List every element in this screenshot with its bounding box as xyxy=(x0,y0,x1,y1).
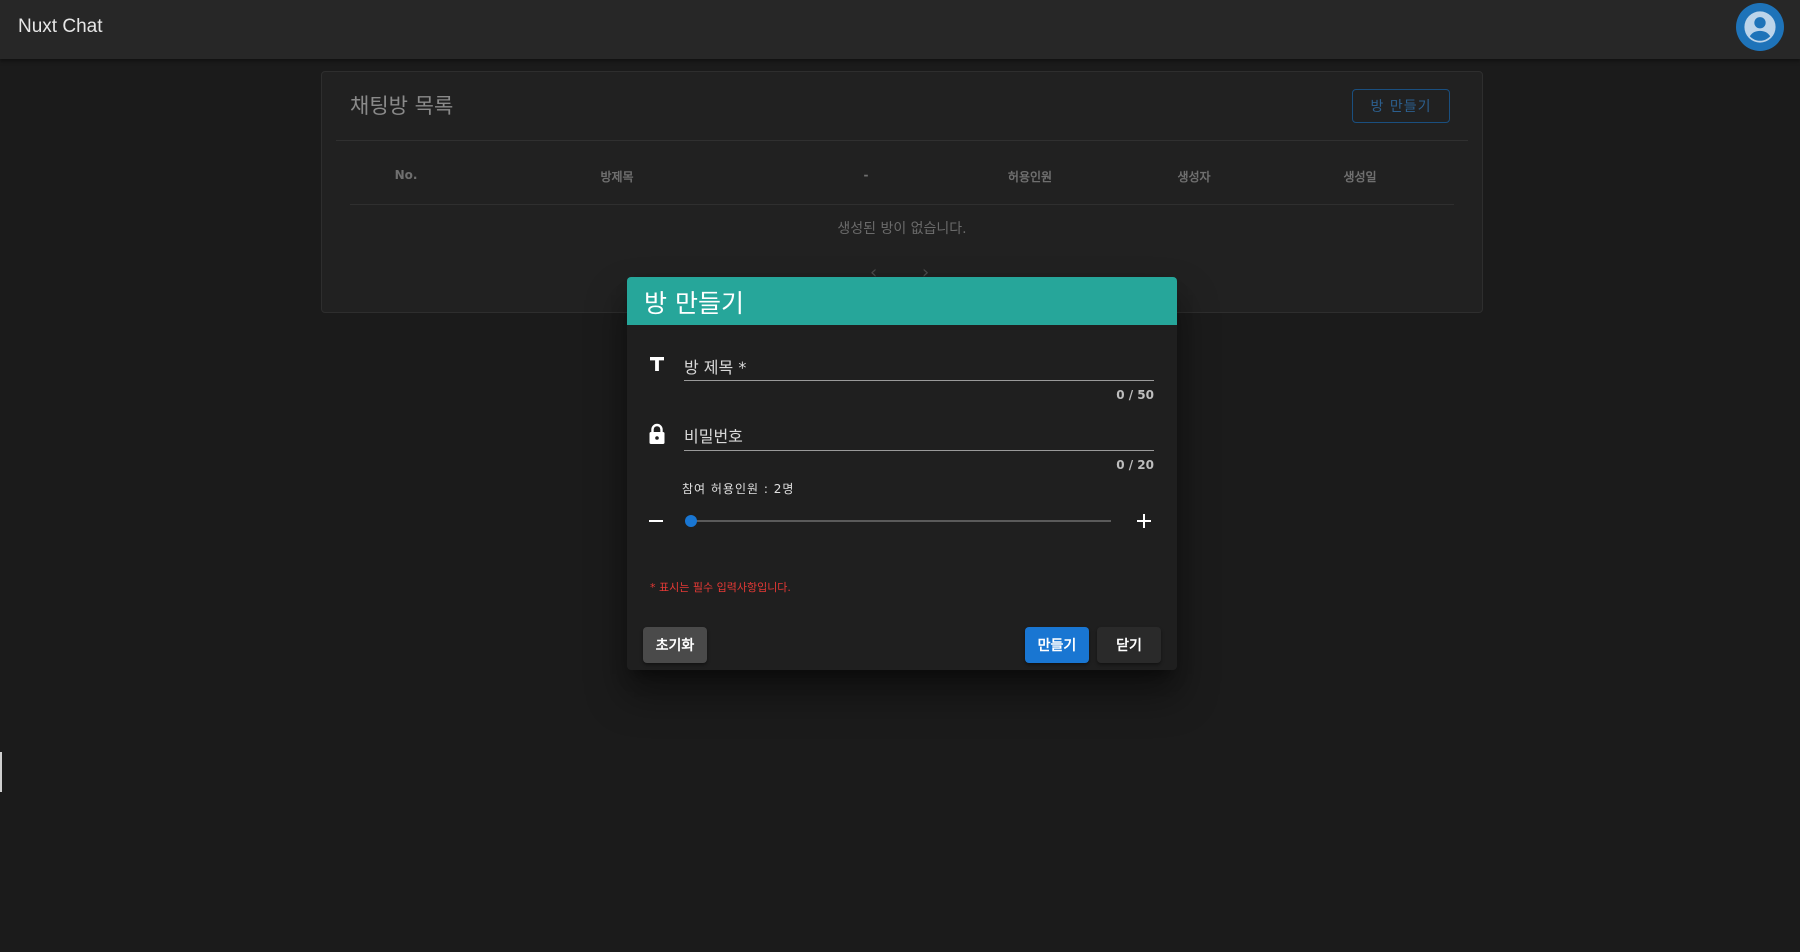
dialog-title: 방 만들기 xyxy=(644,289,744,318)
room-title-input[interactable] xyxy=(684,380,1154,381)
account-circle-icon xyxy=(1744,11,1776,43)
dialog-header: 방 만들기 xyxy=(627,277,1177,325)
password-counter: 0 / 20 xyxy=(1116,458,1154,472)
format-title-icon xyxy=(645,352,669,376)
password-label: 비밀번호 xyxy=(684,427,743,446)
account-button[interactable] xyxy=(1736,3,1784,51)
minus-icon[interactable] xyxy=(644,509,668,533)
capacity-label: 참여 허용인원 : 2명 xyxy=(682,482,795,496)
create-room-button[interactable]: 방 만들기 xyxy=(1352,89,1450,123)
column-header-created-at[interactable]: 생성일 xyxy=(1343,168,1376,185)
room-title-counter: 0 / 50 xyxy=(1116,388,1154,402)
lock-icon xyxy=(645,422,669,446)
create-room-dialog: 방 만들기 방 제목 * 0 / 50 비밀번호 0 / 20 참여 허용인원 … xyxy=(627,277,1177,670)
room-title-label: 방 제목 * xyxy=(684,358,747,377)
card-divider xyxy=(336,140,1468,141)
column-header-capacity[interactable]: 허용인원 xyxy=(1008,168,1052,185)
capacity-slider[interactable] xyxy=(685,515,1111,527)
plus-icon[interactable] xyxy=(1132,509,1156,533)
empty-table-message: 생성된 방이 없습니다. xyxy=(837,221,967,237)
reset-button[interactable]: 초기화 xyxy=(643,627,707,663)
column-header-title[interactable]: 방제목 xyxy=(600,168,633,185)
submit-button[interactable]: 만들기 xyxy=(1025,627,1089,663)
required-note: * 표시는 필수 입력사항입니다. xyxy=(650,581,791,594)
table-header: No. 방제목 - 허용인원 생성자 생성일 xyxy=(350,168,1454,188)
app-title[interactable]: Nuxt Chat xyxy=(18,15,102,39)
app-bar: Nuxt Chat xyxy=(0,0,1800,59)
room-list-title: 채팅방 목록 xyxy=(350,94,454,118)
password-input[interactable] xyxy=(684,450,1154,451)
column-header-creator[interactable]: 생성자 xyxy=(1177,168,1210,185)
capacity-slider-thumb[interactable] xyxy=(685,515,697,527)
column-header-dash[interactable]: - xyxy=(864,168,869,182)
table-divider xyxy=(350,204,1454,205)
edge-marker xyxy=(0,752,2,792)
close-button[interactable]: 닫기 xyxy=(1097,627,1161,663)
column-header-no[interactable]: No. xyxy=(395,168,418,182)
